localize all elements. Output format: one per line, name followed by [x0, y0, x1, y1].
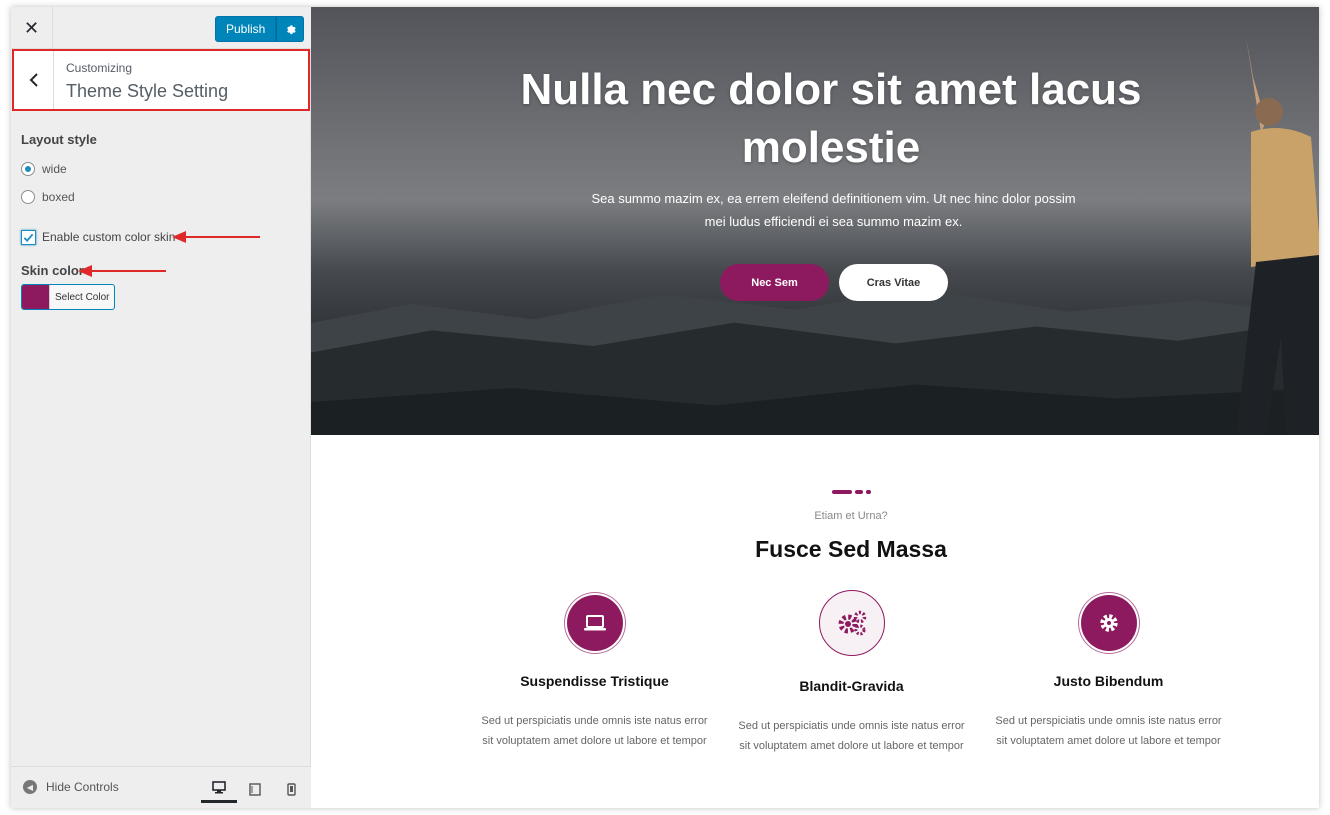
- publish-group: Publish: [215, 16, 305, 42]
- feature-title: Blandit-Gravida: [799, 678, 904, 694]
- radio-button-wide[interactable]: [21, 162, 35, 176]
- custom-skin-label: Enable custom color skin: [42, 230, 176, 244]
- hide-controls-button[interactable]: ◀ Hide Controls: [23, 780, 119, 794]
- preview-tablet-button[interactable]: [237, 775, 273, 803]
- customizer-sidebar: ✕ Publish Customizing Theme Style Settin…: [11, 7, 311, 808]
- hero-subtitle: Sea summo mazim ex, ea errem eleifend de…: [591, 191, 1076, 229]
- publish-settings-button[interactable]: [276, 16, 305, 42]
- hero-title: Nulla nec dolor sit amet lacus molestie: [520, 65, 1142, 172]
- close-icon: ✕: [23, 17, 40, 38]
- customizing-label: Customizing: [66, 61, 133, 75]
- feature-text: Sed ut perspiciatis unde omnis iste natu…: [995, 715, 1222, 747]
- gears-icon: [838, 610, 866, 636]
- feature-text: Sed ut perspiciatis unde omnis iste natu…: [481, 715, 708, 747]
- section-divider: [832, 490, 874, 494]
- close-button[interactable]: ✕: [11, 7, 53, 49]
- feature-title: Suspendisse Tristique: [520, 673, 669, 689]
- hide-controls-label: Hide Controls: [46, 780, 119, 794]
- controls-panel: Layout style wide boxed Enable custom co…: [21, 132, 301, 314]
- feature-card: Justo Bibendum Sed ut perspiciatis unde …: [980, 595, 1237, 751]
- tablet-icon: [249, 782, 261, 796]
- hero-section: Nulla nec dolor sit amet lacus molestie …: [311, 7, 1319, 435]
- desktop-icon: [212, 781, 226, 794]
- gear-icon: [1099, 614, 1118, 632]
- preview-mobile-button[interactable]: [273, 775, 309, 803]
- annotation-arrow-checkbox: [172, 231, 260, 243]
- publish-button[interactable]: Publish: [215, 16, 277, 42]
- customizer-topbar: ✕ Publish: [11, 7, 311, 49]
- select-color-label: Select Color: [49, 285, 114, 309]
- customizer-footer: ◀ Hide Controls: [11, 766, 311, 808]
- skin-color-swatch[interactable]: [22, 285, 49, 309]
- radio-button-boxed[interactable]: [21, 190, 35, 204]
- radio-boxed[interactable]: boxed: [21, 183, 301, 211]
- feature-card: Blandit-Gravida Sed ut perspiciatis unde…: [723, 590, 980, 756]
- chevron-left-icon: [29, 73, 38, 87]
- feature-icon-wrap: [818, 590, 885, 656]
- section-eyebrow: Etiam et Urna?: [814, 510, 888, 522]
- hero-secondary-button[interactable]: Cras Vitae: [839, 264, 948, 301]
- annotation-arrow-skin-color: [78, 265, 166, 277]
- feature-card: Suspendisse Tristique Sed ut perspiciati…: [466, 595, 723, 751]
- feature-title: Justo Bibendum: [1053, 673, 1164, 689]
- layout-style-title: Layout style: [21, 132, 97, 147]
- custom-skin-checkbox[interactable]: [21, 229, 36, 245]
- feature-text: Sed ut perspiciatis unde omnis iste natu…: [738, 720, 965, 752]
- collapse-icon: ◀: [23, 780, 37, 794]
- feature-icon-wrap: [1080, 595, 1137, 651]
- customizer-window: ✕ Publish Customizing Theme Style Settin…: [11, 7, 1319, 808]
- section-title: Theme Style Setting: [66, 81, 229, 101]
- section-heading: Fusce Sed Massa: [755, 536, 947, 562]
- laptop-icon: [583, 615, 606, 631]
- radio-wide[interactable]: wide: [21, 155, 301, 183]
- feature-icon-wrap: [566, 595, 623, 651]
- preview-desktop-button[interactable]: [201, 775, 237, 803]
- radio-label-wide: wide: [42, 162, 67, 176]
- mobile-icon: [286, 782, 296, 796]
- hero-person-image: [1236, 37, 1319, 435]
- gear-icon: [287, 25, 297, 35]
- back-button[interactable]: [14, 51, 54, 109]
- radio-label-boxed: boxed: [42, 190, 75, 204]
- checkmark-icon: [23, 233, 34, 242]
- site-preview: Nulla nec dolor sit amet lacus molestie …: [311, 7, 1319, 808]
- section-header: Customizing Theme Style Setting: [12, 49, 310, 111]
- skin-color-picker[interactable]: Select Color: [21, 284, 116, 310]
- hero-primary-button[interactable]: Nec Sem: [720, 264, 829, 301]
